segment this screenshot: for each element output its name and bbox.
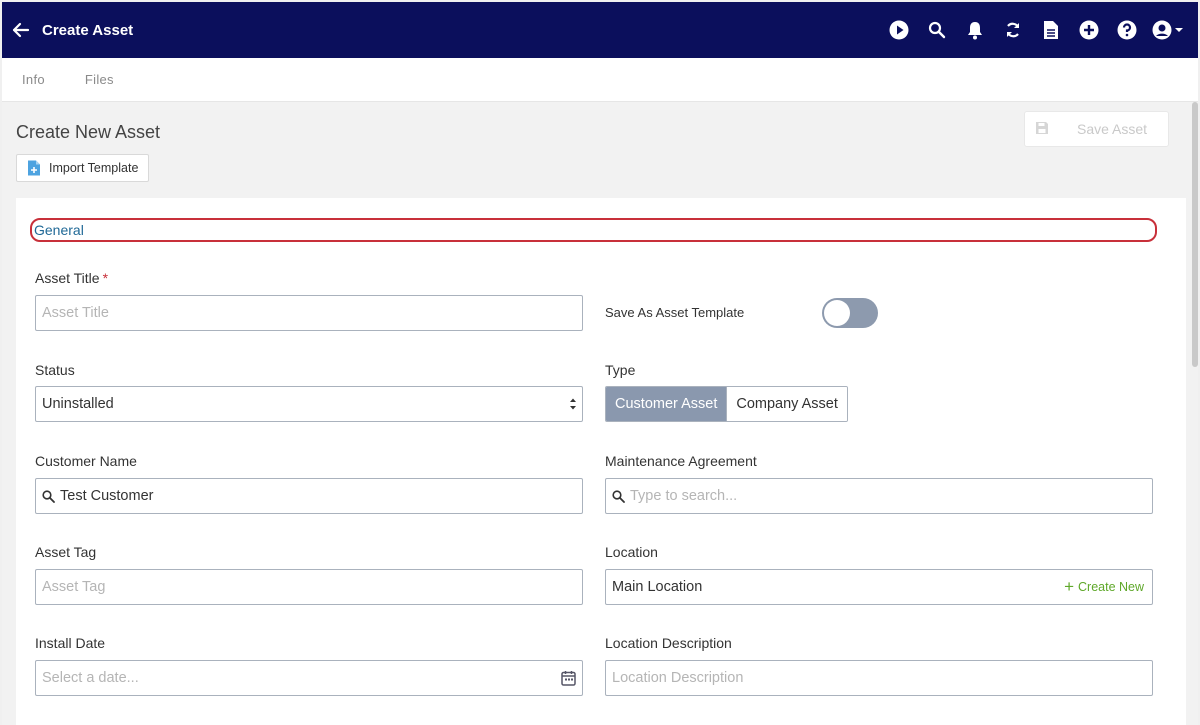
help-icon[interactable] [1108,2,1146,58]
user-account-icon[interactable] [1146,2,1190,58]
back-arrow-icon[interactable] [4,2,38,58]
location-input[interactable]: Main Location + Create New [605,569,1153,605]
search-icon [612,489,625,503]
tab-bar: Info Files [2,58,1198,102]
top-bar: Create Asset [2,2,1198,58]
status-select[interactable]: Uninstalled [35,386,583,422]
save-asset-button[interactable]: Save Asset [1024,111,1169,147]
document-icon[interactable] [1032,2,1070,58]
save-floppy-icon [1035,121,1049,138]
scrollbar-thumb[interactable] [1192,102,1198,367]
add-icon[interactable] [1070,2,1108,58]
install-date-placeholder: Select a date... [42,670,139,686]
type-label: Type [605,362,636,378]
maintenance-agreement-label: Maintenance Agreement [605,453,757,469]
calendar-icon[interactable] [561,670,576,690]
required-mark: * [102,270,109,286]
page-scrollbar[interactable] [1190,102,1198,725]
type-option-company-asset[interactable]: Company Asset [726,387,847,421]
toggle-knob [824,300,850,326]
app-frame: Create Asset Info Files Create New Asset… [2,2,1198,725]
location-label: Location [605,544,658,560]
import-file-icon [27,160,41,176]
location-value: Main Location [612,579,703,595]
search-icon [42,489,55,503]
search-icon[interactable] [918,2,956,58]
save-as-template-toggle[interactable] [822,298,878,328]
location-description-input[interactable]: Location Description [605,660,1153,696]
status-selected-value: Uninstalled [42,396,114,412]
asset-title-label-text: Asset Title [35,270,100,286]
asset-tag-label: Asset Tag [35,544,97,560]
maintenance-agreement-input[interactable]: Type to search... [605,478,1153,514]
import-template-button[interactable]: Import Template [16,154,149,182]
type-segmented-control: Customer Asset Company Asset [605,386,848,422]
import-template-label: Import Template [49,161,139,175]
tab-info[interactable]: Info [2,72,65,87]
maintenance-agreement-placeholder: Type to search... [630,488,738,504]
play-icon[interactable] [880,2,918,58]
plus-icon: + [1064,577,1074,596]
customer-name-value: Test Customer [60,488,154,504]
customer-name-input[interactable]: Test Customer [35,478,583,514]
asset-title-placeholder: Asset Title [42,305,109,321]
status-label: Status [35,362,75,378]
create-new-label: Create New [1078,580,1144,594]
save-asset-label: Save Asset [1077,121,1148,137]
asset-tag-input[interactable]: Asset Tag [35,569,583,605]
sync-icon[interactable] [994,2,1032,58]
create-new-location-link[interactable]: + Create New [1064,577,1144,597]
page-title: Create New Asset [16,122,161,142]
tab-files[interactable]: Files [65,72,134,87]
install-date-label: Install Date [35,635,106,651]
bell-icon[interactable] [956,2,994,58]
save-as-template-label: Save As Asset Template [605,305,745,320]
type-option-customer-asset[interactable]: Customer Asset [606,387,727,421]
top-toolbar [880,2,1190,58]
asset-tag-placeholder: Asset Tag [42,579,106,595]
section-general-title[interactable]: General [30,218,1157,242]
asset-title-input[interactable]: Asset Title [35,295,583,331]
customer-name-label: Customer Name [35,453,137,469]
asset-title-label: Asset Title * [35,270,108,286]
install-date-input[interactable]: Select a date... [35,660,583,696]
location-description-label: Location Description [605,635,732,651]
app-title: Create Asset [42,21,134,39]
select-updown-icon [569,396,577,416]
location-description-placeholder: Location Description [612,670,744,686]
asset-form-card: General Asset Title * Asset Title Save As… [16,198,1186,725]
